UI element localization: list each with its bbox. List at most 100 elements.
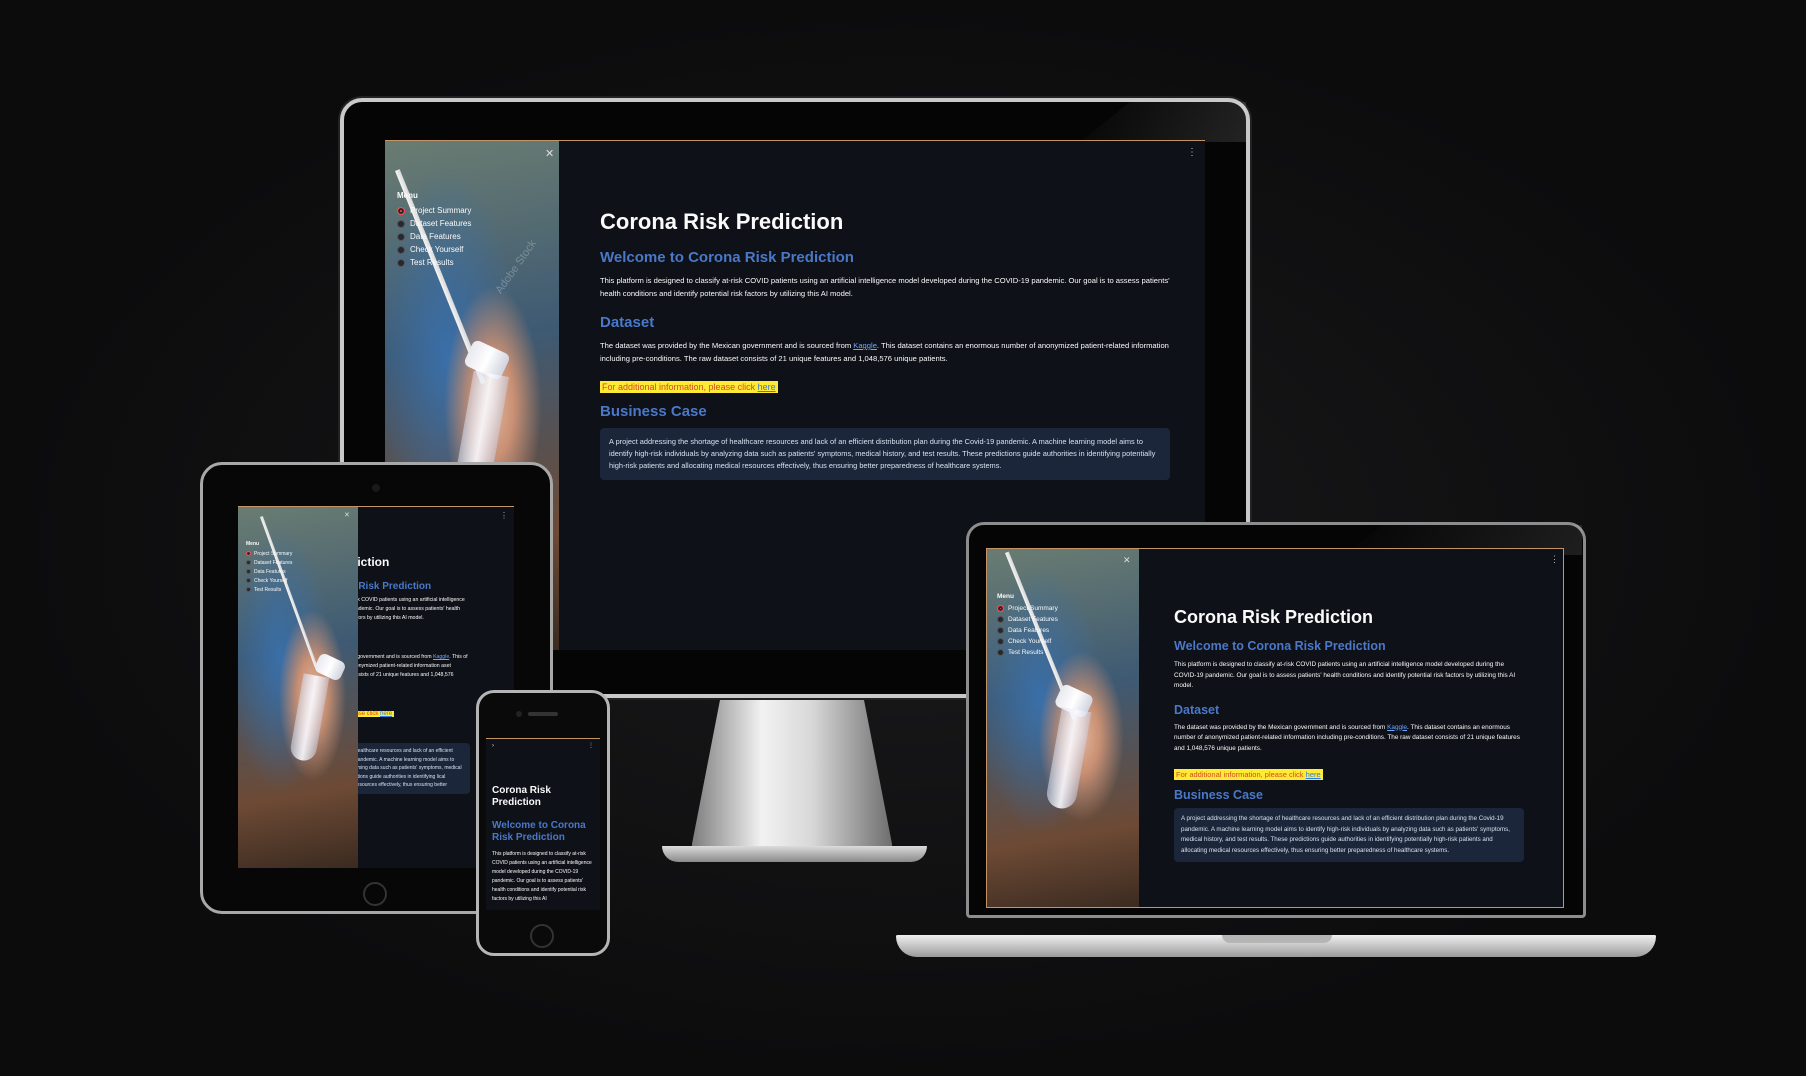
sidebar-menu: Menu Project Summary Dataset Features Da…	[246, 541, 292, 594]
sidebar-item-check-yourself[interactable]: Check Yourself	[246, 576, 292, 585]
additional-info-text: For additional information, please click	[602, 382, 758, 392]
close-icon[interactable]: ✕	[344, 511, 350, 519]
kaggle-link[interactable]: Kaggle	[853, 341, 877, 350]
sidebar-item-label: Project Summary	[1008, 605, 1058, 612]
phone-screen: › ⋮ Corona Risk Prediction Welcome to Co…	[486, 738, 600, 910]
laptop-notch	[1222, 935, 1332, 943]
close-icon[interactable]: ✕	[545, 147, 554, 160]
business-case-box: A project addressing the shortage of hea…	[600, 428, 1170, 480]
radio-icon	[397, 258, 405, 267]
sidebar-item-label: Data Features	[1008, 627, 1050, 634]
business-heading: Business Case	[1174, 788, 1263, 802]
menu-label: Menu	[397, 191, 418, 200]
kaggle-link[interactable]: Kaggle	[1387, 724, 1407, 731]
business-heading: Business Case	[600, 403, 707, 420]
sidebar-item-data-features[interactable]: Data Features	[997, 625, 1058, 636]
chevron-right-icon[interactable]: ›	[492, 743, 494, 749]
sidebar-item-label: Project Summary	[254, 550, 293, 557]
laptop-screen: ✕ Menu Project Summary Dataset Features …	[986, 548, 1564, 908]
sidebar-item-project-summary[interactable]: Project Summary	[997, 603, 1058, 614]
intro-text-fragment: -risk COVID patients using an artificial…	[350, 597, 465, 621]
page-title: Corona Risk Prediction	[1174, 607, 1374, 627]
business-case-box: healthcare resources and lack of an effi…	[350, 743, 470, 794]
sidebar-item-dataset-features[interactable]: Dataset Features	[397, 217, 471, 230]
mockup-stage: Adobe Stock ✕ Menu Project Summary Datas…	[0, 0, 1806, 1076]
sidebar-item-label: Dataset Features	[254, 559, 293, 566]
sidebar-item-label: Test Results	[410, 258, 454, 267]
phone-home-button[interactable]	[530, 924, 554, 948]
kebab-menu-icon[interactable]: ⋮	[1550, 554, 1559, 565]
radio-icon	[997, 638, 1004, 645]
here-link[interactable]: here	[1306, 770, 1321, 779]
radio-icon	[397, 232, 405, 241]
radio-icon	[246, 578, 251, 583]
main-content: ⋮ Corona Risk Prediction Welcome to Coro…	[1139, 549, 1563, 907]
additional-info-banner: For additional information, please click…	[1174, 769, 1323, 780]
sidebar-item-label: Check Yourself	[1008, 638, 1052, 645]
menu-label: Menu	[246, 541, 260, 547]
sidebar-menu: Menu Project Summary Dataset Features Da…	[397, 191, 471, 269]
dataset-text-fragment: an government and is sourced from Kaggle…	[350, 653, 470, 680]
sidebar-item-label: Data Features	[410, 232, 461, 241]
intro-text: This platform is designed to classify at…	[1174, 661, 1516, 689]
radio-selected-icon	[246, 551, 251, 556]
welcome-heading: Welcome to Corona Risk Prediction	[1174, 639, 1386, 653]
phone-device: › ⋮ Corona Risk Prediction Welcome to Co…	[476, 690, 610, 956]
sidebar-item-data-features[interactable]: Data Features	[397, 230, 471, 243]
menu-label: Menu	[997, 593, 1014, 600]
sidebar-item-label: Dataset Features	[410, 219, 472, 228]
sidebar-item-label: Test Results	[254, 586, 282, 593]
radio-selected-icon	[397, 206, 405, 215]
radio-icon	[997, 649, 1004, 656]
radio-icon	[246, 587, 251, 592]
sidebar-item-check-yourself[interactable]: Check Yourself	[397, 243, 471, 256]
kaggle-link[interactable]: Kaggle	[433, 654, 449, 660]
sidebar-item-data-features[interactable]: Data Features	[246, 567, 292, 576]
tablet-home-button[interactable]	[363, 882, 387, 906]
sidebar-item-check-yourself[interactable]: Check Yourself	[997, 636, 1058, 647]
radio-icon	[246, 560, 251, 565]
kebab-menu-icon[interactable]: ⋮	[500, 511, 508, 520]
page-title: Corona Risk Prediction	[600, 209, 844, 234]
radio-icon	[397, 219, 405, 228]
welcome-heading-fragment: a Risk Prediction	[350, 581, 432, 592]
business-case-box: A project addressing the shortage of hea…	[1174, 808, 1524, 862]
welcome-heading: Welcome to Corona Risk Prediction	[600, 249, 854, 266]
sidebar-menu: Menu Project Summary Dataset Features Da…	[997, 593, 1058, 658]
dataset-text-pre: The dataset was provided by the Mexican …	[1174, 723, 1388, 731]
sidebar-item-label: Check Yourself	[410, 245, 464, 254]
dataset-text-pre: The dataset was provided by the Mexican …	[600, 341, 854, 350]
sidebar-item-dataset-features[interactable]: Dataset Features	[246, 558, 292, 567]
sidebar-item-label: Check Yourself	[254, 577, 288, 584]
dataset-text: The dataset was provided by the Mexican …	[600, 339, 1170, 365]
sidebar-item-dataset-features[interactable]: Dataset Features	[997, 614, 1058, 625]
radio-icon	[246, 569, 251, 574]
tablet-screen: ⋮ diction a Risk Prediction -risk COVID …	[238, 506, 514, 868]
radio-icon	[997, 627, 1004, 634]
here-link[interactable]: here	[758, 382, 776, 392]
additional-info-banner: For additional information, please click…	[600, 381, 778, 393]
intro-text: This platform is designed to classify at…	[492, 851, 592, 902]
kebab-menu-icon[interactable]: ⋮	[1187, 147, 1197, 158]
radio-icon	[997, 616, 1004, 623]
sidebar-item-label: Dataset Features	[1008, 616, 1058, 623]
here-link[interactable]: here	[380, 711, 392, 717]
tablet-camera	[372, 484, 380, 492]
dataset-heading: Dataset	[600, 314, 655, 331]
radio-icon	[397, 245, 405, 254]
intro-text: This platform is designed to classify at…	[600, 276, 1170, 298]
close-icon[interactable]: ✕	[1123, 555, 1131, 566]
dataset-heading: Dataset	[1174, 702, 1220, 717]
sidebar-item-project-summary[interactable]: Project Summary	[246, 549, 292, 558]
sidebar-item-project-summary[interactable]: Project Summary	[397, 204, 471, 217]
sidebar-item-test-results[interactable]: Test Results	[997, 647, 1058, 658]
sidebar-item-label: Test Results	[1008, 649, 1044, 656]
dataset-text-pre: an government and is sourced from	[350, 654, 432, 660]
monitor-stand-base	[662, 846, 927, 862]
welcome-heading: Welcome to Corona Risk Prediction	[492, 820, 586, 843]
sidebar-item-test-results[interactable]: Test Results	[397, 256, 471, 269]
monitor-stand	[692, 700, 892, 860]
kebab-menu-icon[interactable]: ⋮	[588, 742, 594, 749]
sidebar-item-test-results[interactable]: Test Results	[246, 585, 292, 594]
phone-speaker	[528, 712, 558, 716]
